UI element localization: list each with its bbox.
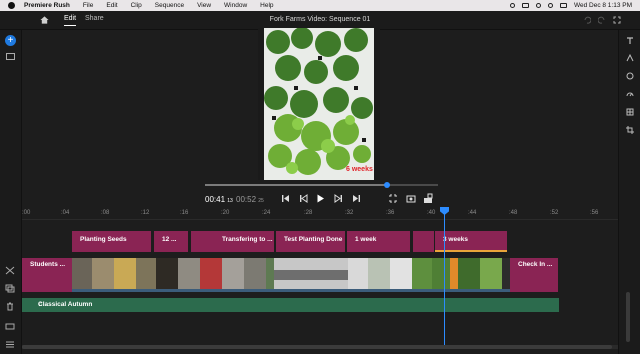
redo-icon[interactable] xyxy=(598,16,606,24)
go-to-end-icon[interactable] xyxy=(352,193,361,204)
ruler-tick: :32 xyxy=(345,210,354,216)
ruler-tick: :08 xyxy=(101,210,110,216)
ruler-tick: :00 xyxy=(22,210,31,216)
titles-icon[interactable] xyxy=(626,37,634,45)
snapshot-icon[interactable] xyxy=(406,193,416,204)
search-icon[interactable] xyxy=(547,3,553,8)
timeline-settings-icon[interactable] xyxy=(5,340,15,349)
title-clip[interactable]: Test Planting Done xyxy=(276,231,345,252)
go-to-start-icon[interactable] xyxy=(281,193,290,204)
ruler-tick: :12 xyxy=(141,210,150,216)
title-clip[interactable]: Transfering to ... xyxy=(214,231,274,252)
fullscreen-icon[interactable] xyxy=(613,16,621,24)
project-title: Fork Farms Video: Sequence 01 xyxy=(269,16,371,23)
mac-menubar: Premiere Rush File Edit Clip Sequence Vi… xyxy=(0,0,640,11)
video-clip[interactable]: Students ... xyxy=(22,258,72,292)
fit-to-frame-icon[interactable] xyxy=(388,193,398,204)
title-clip[interactable]: 12 ... xyxy=(154,231,188,252)
menu-file[interactable]: File xyxy=(83,2,93,9)
step-back-icon[interactable] xyxy=(299,193,308,204)
playhead-line[interactable] xyxy=(444,208,445,346)
ruler-tick: :20 xyxy=(221,210,230,216)
battery-icon[interactable] xyxy=(521,3,529,8)
video-preview[interactable]: 6 weeks xyxy=(258,28,380,180)
title-clip[interactable]: Planting Seeds xyxy=(72,231,151,252)
selected-clip-underline xyxy=(435,250,507,252)
preview-frame-image xyxy=(258,28,380,180)
audio-clip-label: Classical Autumn xyxy=(38,301,93,308)
color-icon[interactable] xyxy=(626,72,634,80)
ruler-tick: :36 xyxy=(386,210,395,216)
media-panel-icon[interactable] xyxy=(6,53,15,60)
step-forward-icon[interactable] xyxy=(334,193,343,204)
title-clip[interactable] xyxy=(191,231,214,252)
scrubber-handle[interactable] xyxy=(383,182,390,188)
ruler-tick: :24 xyxy=(262,210,271,216)
audio-icon[interactable] xyxy=(626,108,634,116)
ruler-tick: :40 xyxy=(427,210,436,216)
wifi-icon[interactable] xyxy=(535,3,541,8)
delete-icon[interactable] xyxy=(5,302,15,311)
scrollbar-thumb[interactable] xyxy=(22,345,612,349)
duration-timecode: 00:52 25 xyxy=(236,195,264,204)
track-controls-icon[interactable] xyxy=(5,322,15,331)
menubar-clock[interactable]: Wed Dec 8 1:13 PM xyxy=(574,2,632,9)
scrubber-progress xyxy=(205,184,387,186)
status-icon[interactable] xyxy=(509,3,515,8)
menu-window[interactable]: Window xyxy=(224,2,247,9)
ruler-tick: :56 xyxy=(590,210,599,216)
aspect-ratio-icon[interactable] xyxy=(423,193,433,204)
preview-scrubber[interactable] xyxy=(205,182,438,188)
menu-help[interactable]: Help xyxy=(260,2,273,9)
timeline-vertical-scrollbar[interactable] xyxy=(626,292,630,342)
menu-sequence[interactable]: Sequence xyxy=(155,2,184,9)
menu-app-name[interactable]: Premiere Rush xyxy=(24,2,70,9)
ruler-tick: :44 xyxy=(468,210,477,216)
ruler-tick: :16 xyxy=(180,210,189,216)
transform-icon[interactable] xyxy=(626,126,634,134)
menu-view[interactable]: View xyxy=(197,2,211,9)
title-clip[interactable]: 1 week xyxy=(347,231,410,252)
speed-icon[interactable] xyxy=(626,90,634,98)
menu-clip[interactable]: Clip xyxy=(131,2,142,9)
left-toolbar: + xyxy=(0,30,22,354)
title-clip-selected[interactable]: 3 weeks xyxy=(435,231,507,252)
apple-icon[interactable] xyxy=(8,2,15,9)
duplicate-icon[interactable] xyxy=(5,284,15,293)
transitions-icon[interactable] xyxy=(626,54,634,62)
preview-overlay-title: 6 weeks xyxy=(346,166,373,173)
undo-icon[interactable] xyxy=(583,16,591,24)
video-track: Students ... Check In ... xyxy=(22,258,562,292)
ruler-tick: :28 xyxy=(304,210,313,216)
premiere-rush-window: Premiere Rush File Edit Clip Sequence Vi… xyxy=(0,0,640,354)
add-media-button[interactable]: + xyxy=(5,35,16,46)
ruler-tick: :48 xyxy=(509,210,518,216)
split-icon[interactable] xyxy=(5,266,15,275)
title-clip[interactable] xyxy=(413,231,434,252)
timeline-horizontal-scrollbar[interactable] xyxy=(22,345,618,349)
audio-clip[interactable]: ♫ Classical Autumn xyxy=(22,298,559,312)
play-icon[interactable] xyxy=(316,193,325,204)
ruler-tick: :52 xyxy=(550,210,559,216)
menu-edit[interactable]: Edit xyxy=(106,2,117,9)
ruler-tick: :04 xyxy=(61,210,70,216)
video-clip[interactable]: Check In ... xyxy=(510,258,558,292)
control-center-icon[interactable] xyxy=(559,3,567,8)
timeline-ruler[interactable]: :00 :04 :08 :12 :16 :20 :24 :28 :32 :36 … xyxy=(22,208,618,220)
current-timecode: 00:41 13 xyxy=(205,195,233,204)
